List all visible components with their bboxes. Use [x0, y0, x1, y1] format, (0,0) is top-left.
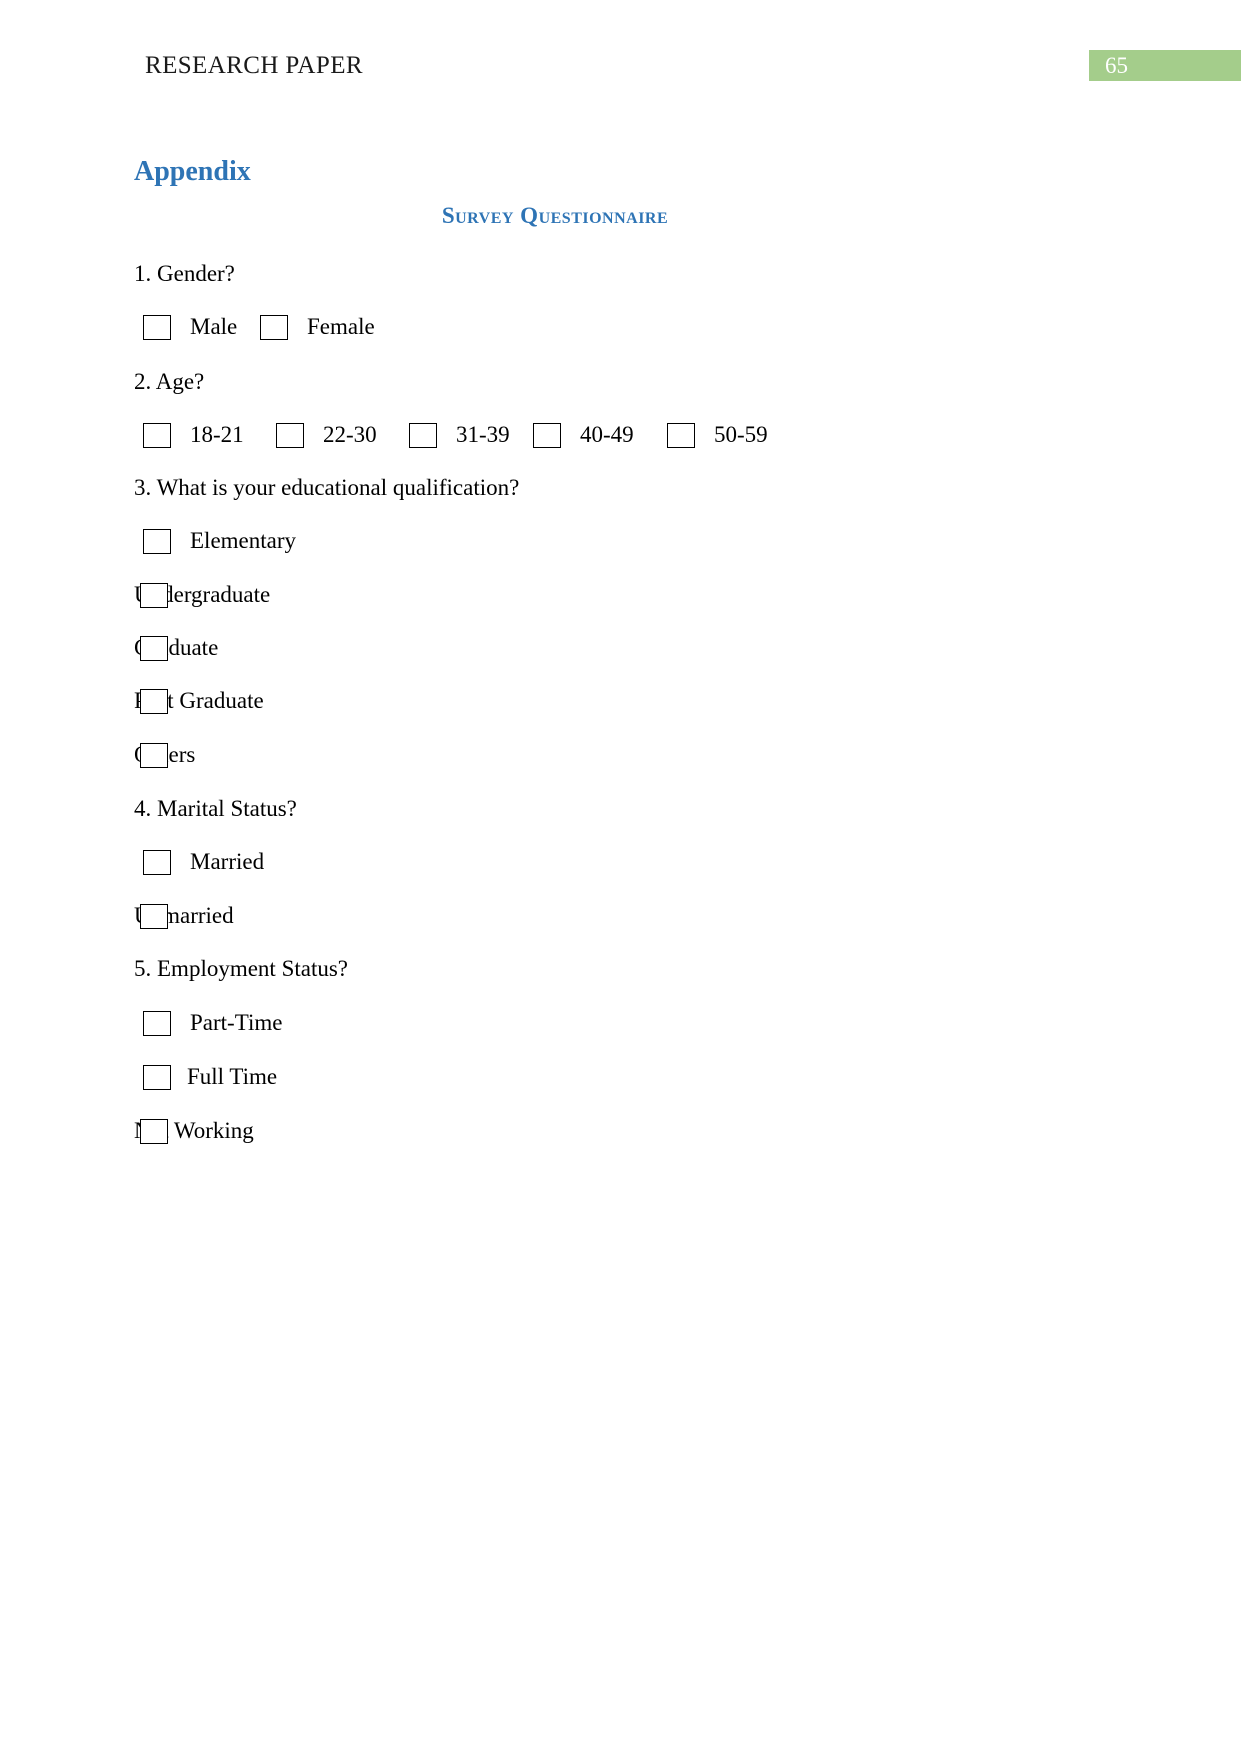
- checkbox-age-40-49[interactable]: [533, 423, 561, 448]
- option-label-full-time: Full Time: [187, 1064, 278, 1089]
- checkbox-undergraduate[interactable]: [140, 583, 168, 608]
- appendix-heading: Appendix: [134, 156, 251, 187]
- checkbox-unmarried[interactable]: [140, 904, 168, 929]
- option-label-age-18-21: 18-21: [190, 422, 244, 447]
- page-number: 65: [1105, 53, 1128, 78]
- checkbox-age-31-39[interactable]: [409, 423, 437, 448]
- checkbox-age-22-30[interactable]: [276, 423, 304, 448]
- option-label-age-40-49: 40-49: [580, 422, 634, 447]
- page-header: RESEARCH PAPER 65: [0, 0, 1241, 110]
- checkbox-post-graduate[interactable]: [140, 689, 168, 714]
- checkbox-age-18-21[interactable]: [143, 423, 171, 448]
- checkbox-male[interactable]: [143, 315, 171, 340]
- checkbox-part-time[interactable]: [143, 1011, 171, 1036]
- option-label-part-time: Part-Time: [190, 1010, 283, 1035]
- checkbox-graduate[interactable]: [140, 636, 168, 661]
- question-3-text: 3. What is your educational qualificatio…: [134, 475, 520, 500]
- survey-questionnaire-title: Survey Questionnaire: [441, 203, 669, 228]
- option-label-male: Male: [190, 314, 238, 339]
- page-number-badge: 65: [1089, 50, 1241, 81]
- header-title: RESEARCH PAPER: [145, 52, 363, 79]
- checkbox-age-50-59[interactable]: [667, 423, 695, 448]
- option-label-female: Female: [307, 314, 375, 339]
- option-label-age-22-30: 22-30: [323, 422, 377, 447]
- checkbox-female[interactable]: [260, 315, 288, 340]
- checkbox-married[interactable]: [143, 850, 171, 875]
- checkbox-not-working[interactable]: [140, 1119, 168, 1144]
- checkbox-others[interactable]: [140, 743, 168, 768]
- option-label-married: Married: [190, 849, 265, 874]
- question-2-text: 2. Age?: [134, 369, 205, 394]
- checkbox-full-time[interactable]: [143, 1065, 171, 1090]
- question-4-text: 4. Marital Status?: [134, 796, 297, 821]
- option-label-age-50-59: 50-59: [714, 422, 768, 447]
- question-5-text: 5. Employment Status?: [134, 956, 349, 981]
- option-label-elementary: Elementary: [190, 528, 297, 553]
- checkbox-elementary[interactable]: [143, 529, 171, 554]
- question-1-text: 1. Gender?: [134, 261, 235, 286]
- option-label-age-31-39: 31-39: [456, 422, 510, 447]
